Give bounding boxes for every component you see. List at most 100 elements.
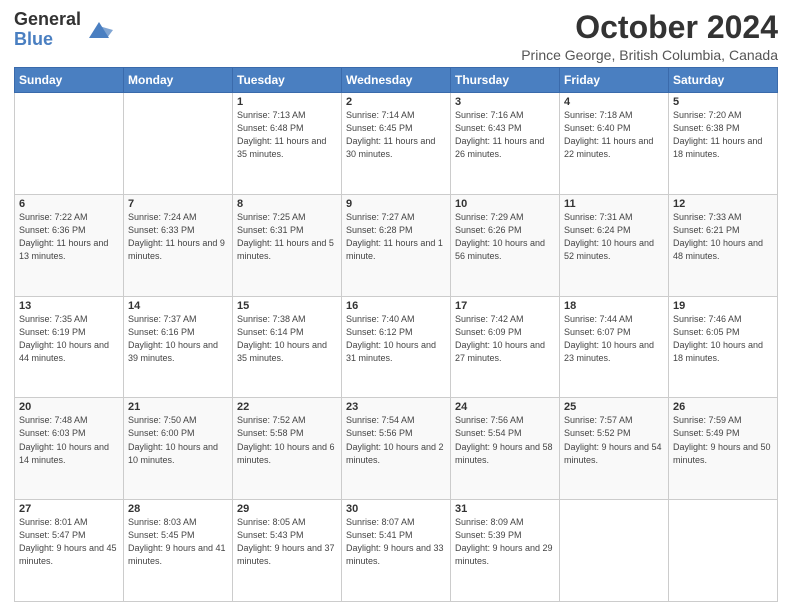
day-cell: 13Sunrise: 7:35 AM Sunset: 6:19 PM Dayli… (15, 296, 124, 398)
day-info: Sunrise: 8:07 AM Sunset: 5:41 PM Dayligh… (346, 516, 446, 568)
day-info: Sunrise: 7:25 AM Sunset: 6:31 PM Dayligh… (237, 211, 337, 263)
day-info: Sunrise: 7:50 AM Sunset: 6:00 PM Dayligh… (128, 414, 228, 466)
day-cell: 27Sunrise: 8:01 AM Sunset: 5:47 PM Dayli… (15, 500, 124, 602)
week-row-4: 20Sunrise: 7:48 AM Sunset: 6:03 PM Dayli… (15, 398, 778, 500)
day-cell: 19Sunrise: 7:46 AM Sunset: 6:05 PM Dayli… (669, 296, 778, 398)
day-info: Sunrise: 7:20 AM Sunset: 6:38 PM Dayligh… (673, 109, 773, 161)
day-number: 14 (128, 300, 228, 312)
day-cell (560, 500, 669, 602)
day-info: Sunrise: 7:31 AM Sunset: 6:24 PM Dayligh… (564, 211, 664, 263)
week-row-2: 6Sunrise: 7:22 AM Sunset: 6:36 PM Daylig… (15, 194, 778, 296)
day-cell: 1Sunrise: 7:13 AM Sunset: 6:48 PM Daylig… (233, 93, 342, 195)
day-info: Sunrise: 7:35 AM Sunset: 6:19 PM Dayligh… (19, 313, 119, 365)
day-number: 7 (128, 198, 228, 210)
day-cell: 24Sunrise: 7:56 AM Sunset: 5:54 PM Dayli… (451, 398, 560, 500)
day-cell: 17Sunrise: 7:42 AM Sunset: 6:09 PM Dayli… (451, 296, 560, 398)
day-cell: 4Sunrise: 7:18 AM Sunset: 6:40 PM Daylig… (560, 93, 669, 195)
day-cell: 7Sunrise: 7:24 AM Sunset: 6:33 PM Daylig… (124, 194, 233, 296)
day-info: Sunrise: 7:44 AM Sunset: 6:07 PM Dayligh… (564, 313, 664, 365)
col-header-thursday: Thursday (451, 68, 560, 93)
day-info: Sunrise: 7:37 AM Sunset: 6:16 PM Dayligh… (128, 313, 228, 365)
day-info: Sunrise: 7:13 AM Sunset: 6:48 PM Dayligh… (237, 109, 337, 161)
day-info: Sunrise: 7:40 AM Sunset: 6:12 PM Dayligh… (346, 313, 446, 365)
day-number: 30 (346, 503, 446, 515)
day-cell: 30Sunrise: 8:07 AM Sunset: 5:41 PM Dayli… (342, 500, 451, 602)
logo-text: General Blue (14, 10, 81, 50)
week-row-5: 27Sunrise: 8:01 AM Sunset: 5:47 PM Dayli… (15, 500, 778, 602)
day-info: Sunrise: 7:16 AM Sunset: 6:43 PM Dayligh… (455, 109, 555, 161)
day-info: Sunrise: 7:33 AM Sunset: 6:21 PM Dayligh… (673, 211, 773, 263)
day-info: Sunrise: 7:59 AM Sunset: 5:49 PM Dayligh… (673, 414, 773, 466)
day-number: 28 (128, 503, 228, 515)
day-info: Sunrise: 7:52 AM Sunset: 5:58 PM Dayligh… (237, 414, 337, 466)
day-info: Sunrise: 7:24 AM Sunset: 6:33 PM Dayligh… (128, 211, 228, 263)
day-cell: 18Sunrise: 7:44 AM Sunset: 6:07 PM Dayli… (560, 296, 669, 398)
logo-icon (85, 16, 113, 44)
day-cell: 14Sunrise: 7:37 AM Sunset: 6:16 PM Dayli… (124, 296, 233, 398)
day-number: 4 (564, 96, 664, 108)
day-info: Sunrise: 7:27 AM Sunset: 6:28 PM Dayligh… (346, 211, 446, 263)
col-header-saturday: Saturday (669, 68, 778, 93)
col-header-monday: Monday (124, 68, 233, 93)
day-number: 11 (564, 198, 664, 210)
day-number: 9 (346, 198, 446, 210)
title-area: October 2024 Prince George, British Colu… (521, 10, 778, 63)
day-number: 2 (346, 96, 446, 108)
day-number: 10 (455, 198, 555, 210)
day-cell: 3Sunrise: 7:16 AM Sunset: 6:43 PM Daylig… (451, 93, 560, 195)
day-number: 25 (564, 401, 664, 413)
day-number: 15 (237, 300, 337, 312)
day-info: Sunrise: 7:14 AM Sunset: 6:45 PM Dayligh… (346, 109, 446, 161)
day-info: Sunrise: 7:57 AM Sunset: 5:52 PM Dayligh… (564, 414, 664, 466)
day-number: 19 (673, 300, 773, 312)
day-number: 22 (237, 401, 337, 413)
day-number: 29 (237, 503, 337, 515)
day-cell: 8Sunrise: 7:25 AM Sunset: 6:31 PM Daylig… (233, 194, 342, 296)
day-number: 1 (237, 96, 337, 108)
day-info: Sunrise: 7:22 AM Sunset: 6:36 PM Dayligh… (19, 211, 119, 263)
page: General Blue October 2024 Prince George,… (0, 0, 792, 612)
day-number: 8 (237, 198, 337, 210)
col-header-wednesday: Wednesday (342, 68, 451, 93)
day-info: Sunrise: 7:29 AM Sunset: 6:26 PM Dayligh… (455, 211, 555, 263)
day-cell (669, 500, 778, 602)
day-cell (15, 93, 124, 195)
day-cell: 26Sunrise: 7:59 AM Sunset: 5:49 PM Dayli… (669, 398, 778, 500)
day-info: Sunrise: 7:38 AM Sunset: 6:14 PM Dayligh… (237, 313, 337, 365)
month-title: October 2024 (521, 10, 778, 45)
day-info: Sunrise: 7:46 AM Sunset: 6:05 PM Dayligh… (673, 313, 773, 365)
day-info: Sunrise: 7:54 AM Sunset: 5:56 PM Dayligh… (346, 414, 446, 466)
calendar-header-row: SundayMondayTuesdayWednesdayThursdayFrid… (15, 68, 778, 93)
day-info: Sunrise: 7:56 AM Sunset: 5:54 PM Dayligh… (455, 414, 555, 466)
day-info: Sunrise: 7:18 AM Sunset: 6:40 PM Dayligh… (564, 109, 664, 161)
day-cell: 2Sunrise: 7:14 AM Sunset: 6:45 PM Daylig… (342, 93, 451, 195)
day-cell: 10Sunrise: 7:29 AM Sunset: 6:26 PM Dayli… (451, 194, 560, 296)
day-info: Sunrise: 7:42 AM Sunset: 6:09 PM Dayligh… (455, 313, 555, 365)
day-number: 5 (673, 96, 773, 108)
day-number: 13 (19, 300, 119, 312)
day-info: Sunrise: 8:01 AM Sunset: 5:47 PM Dayligh… (19, 516, 119, 568)
day-cell: 23Sunrise: 7:54 AM Sunset: 5:56 PM Dayli… (342, 398, 451, 500)
day-cell (124, 93, 233, 195)
week-row-1: 1Sunrise: 7:13 AM Sunset: 6:48 PM Daylig… (15, 93, 778, 195)
location: Prince George, British Columbia, Canada (521, 47, 778, 63)
day-number: 20 (19, 401, 119, 413)
col-header-friday: Friday (560, 68, 669, 93)
calendar-table: SundayMondayTuesdayWednesdayThursdayFrid… (14, 67, 778, 602)
logo-general: General (14, 10, 81, 30)
header: General Blue October 2024 Prince George,… (14, 10, 778, 63)
day-number: 23 (346, 401, 446, 413)
logo: General Blue (14, 10, 113, 50)
day-number: 26 (673, 401, 773, 413)
day-cell: 5Sunrise: 7:20 AM Sunset: 6:38 PM Daylig… (669, 93, 778, 195)
day-cell: 21Sunrise: 7:50 AM Sunset: 6:00 PM Dayli… (124, 398, 233, 500)
col-header-sunday: Sunday (15, 68, 124, 93)
day-number: 16 (346, 300, 446, 312)
day-number: 12 (673, 198, 773, 210)
day-cell: 12Sunrise: 7:33 AM Sunset: 6:21 PM Dayli… (669, 194, 778, 296)
day-number: 27 (19, 503, 119, 515)
day-cell: 6Sunrise: 7:22 AM Sunset: 6:36 PM Daylig… (15, 194, 124, 296)
day-info: Sunrise: 7:48 AM Sunset: 6:03 PM Dayligh… (19, 414, 119, 466)
col-header-tuesday: Tuesday (233, 68, 342, 93)
day-info: Sunrise: 8:05 AM Sunset: 5:43 PM Dayligh… (237, 516, 337, 568)
